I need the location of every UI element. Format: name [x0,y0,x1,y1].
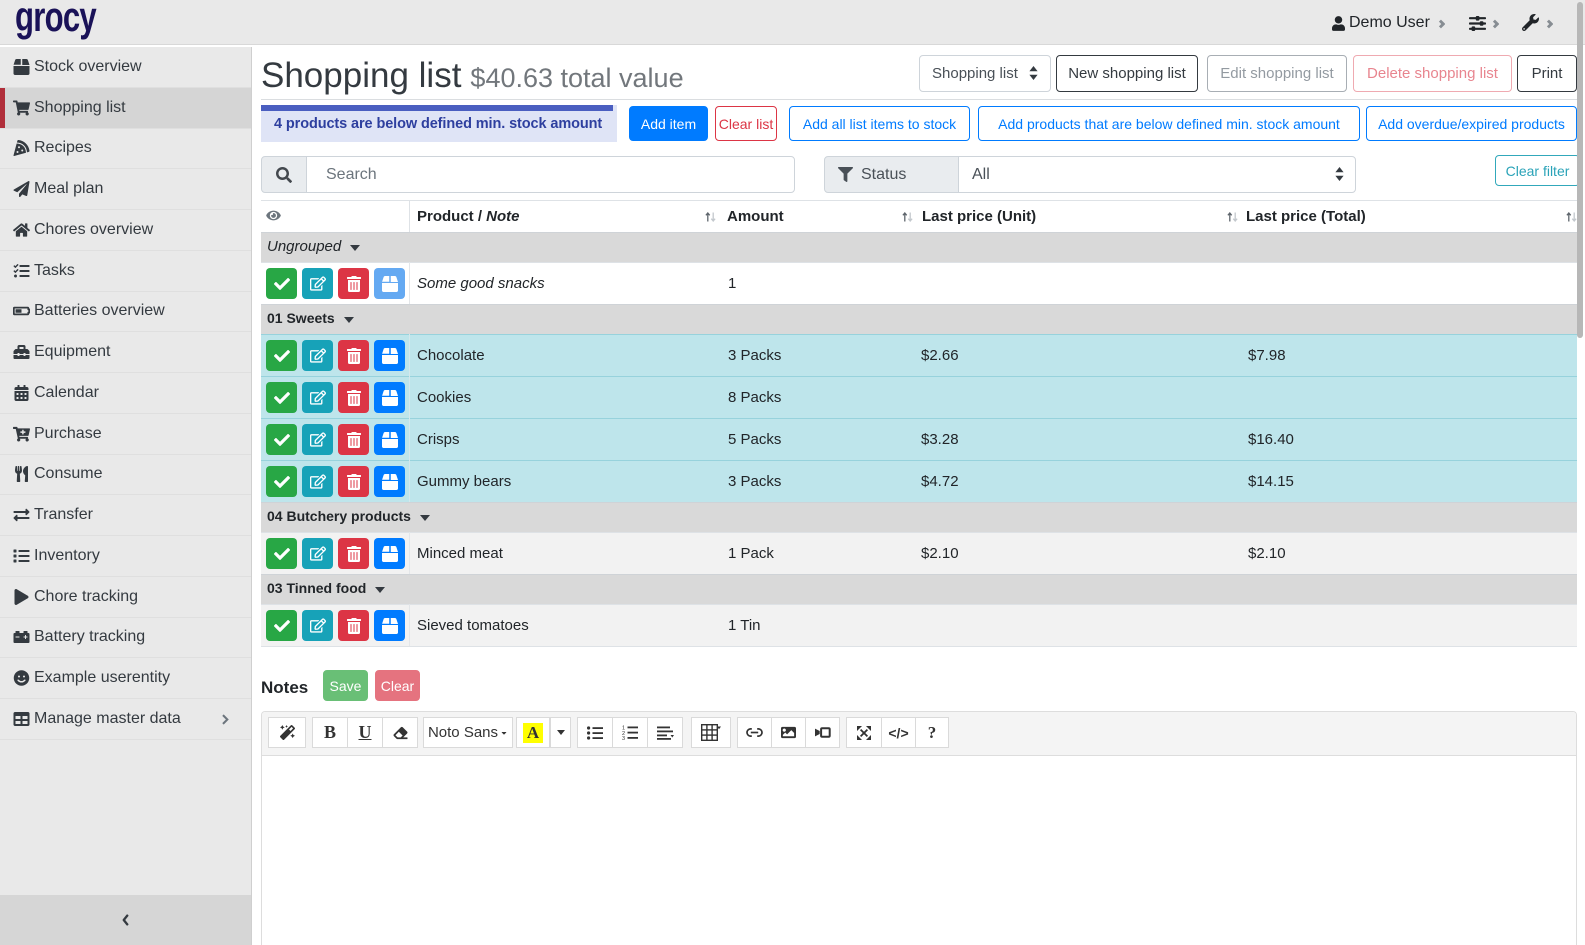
svg-text:3: 3 [622,736,625,740]
